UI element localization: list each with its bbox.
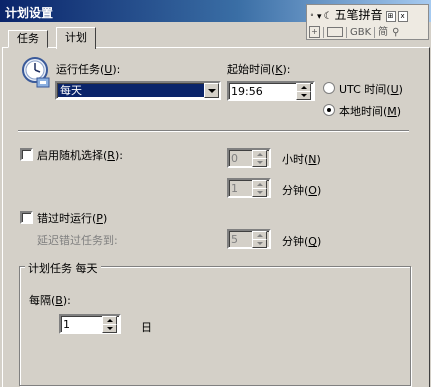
random-minutes-down-button[interactable] [252, 188, 267, 197]
ime-add-icon[interactable]: + [309, 26, 320, 38]
chevron-down-icon[interactable] [204, 83, 219, 98]
window-title: 计划设置 [5, 6, 54, 20]
tab-task[interactable]: 任务 [8, 30, 48, 48]
utc-time-radio[interactable] [323, 82, 335, 94]
run-task-value: 每天 [58, 84, 205, 97]
ime-menu-icon[interactable]: ∘ [309, 11, 315, 22]
random-minutes-value: 1 [231, 182, 238, 195]
moon-icon[interactable]: ☾ [324, 11, 333, 22]
random-minutes-field[interactable]: 1 [227, 178, 271, 198]
every-days-value: 1 [63, 318, 70, 331]
hours-label: 小时(N) [282, 153, 321, 166]
clock-icon [22, 57, 50, 88]
groupbox-title: 计划任务 每天 [25, 260, 101, 276]
delay-minutes-value: 5 [231, 233, 238, 246]
ime-toolbar[interactable]: ∘ ▾ ☾ 五笔拼音 ⊞ x + GBK 简 ⚲ [306, 4, 429, 40]
delay-minutes-down-button[interactable] [252, 239, 267, 248]
every-unit-label: 日 [141, 321, 152, 334]
delay-minutes-field[interactable]: 5 [227, 229, 271, 249]
separator [18, 130, 409, 132]
random-hours-field[interactable]: 0 [227, 148, 271, 168]
ime-simplified-label[interactable]: 简 [378, 27, 388, 38]
run-missed-checkbox[interactable] [20, 211, 33, 224]
ime-grid-icon[interactable]: ⊞ [385, 10, 396, 22]
local-time-label[interactable]: 本地时间(M) [339, 103, 401, 119]
run-missed-label[interactable]: 错过时运行(P) [37, 210, 107, 226]
every-label: 每隔(B): [29, 294, 71, 307]
keyboard-icon[interactable] [327, 27, 343, 37]
enable-random-checkbox[interactable] [20, 148, 33, 161]
start-time-label: 起始时间(K): [227, 63, 291, 76]
run-task-label: 运行任务(U): [56, 63, 121, 76]
minutes-label: 分钟(O) [282, 184, 322, 197]
search-icon[interactable]: ⚲ [392, 27, 399, 38]
enable-random-label[interactable]: 启用随机选择(R): [37, 147, 123, 163]
ime-mode-label[interactable]: 五笔拼音 [335, 8, 383, 22]
local-time-radio[interactable] [323, 104, 335, 116]
ime-close-icon[interactable]: x [397, 10, 408, 22]
utc-time-label[interactable]: UTC 时间(U) [339, 81, 403, 97]
delay-missed-label: 延迟错过任务到: [37, 234, 118, 247]
every-days-field[interactable]: 1 [59, 314, 121, 334]
ime-gbk-label[interactable]: GBK [350, 27, 371, 38]
run-task-dropdown[interactable]: 每天 [55, 81, 221, 100]
tab-schedule[interactable]: 计划 [56, 27, 96, 49]
ime-toggle-icon[interactable]: ▾ [317, 12, 322, 22]
start-time-value: 19:56 [231, 85, 263, 98]
every-days-down-button[interactable] [102, 324, 117, 333]
start-time-down-button[interactable] [296, 91, 311, 100]
delay-unit-label: 分钟(Q) [282, 235, 322, 248]
random-hours-down-button[interactable] [252, 158, 267, 167]
start-time-field[interactable]: 19:56 [227, 81, 315, 101]
random-hours-value: 0 [231, 152, 238, 165]
